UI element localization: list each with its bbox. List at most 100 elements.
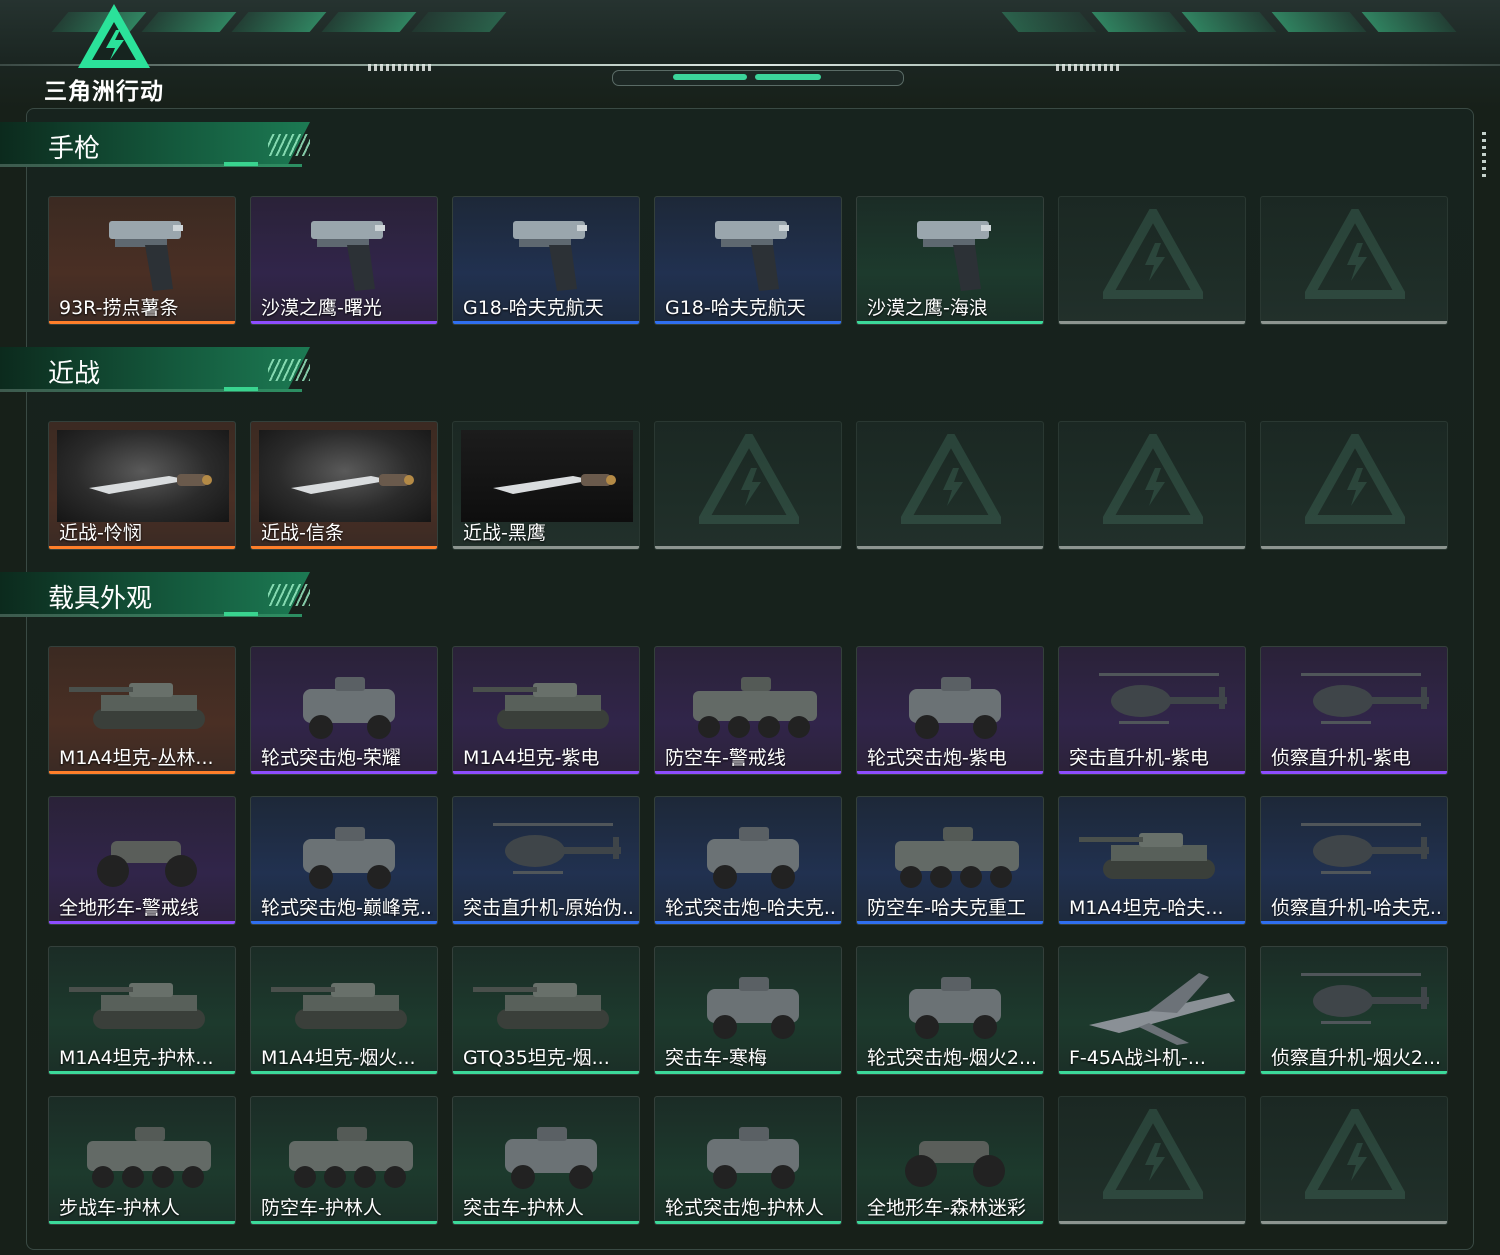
- item-card[interactable]: 突击车-护林人: [452, 1096, 640, 1225]
- knife-icon: [493, 474, 616, 494]
- knife-icon: [89, 474, 212, 494]
- item-card[interactable]: 近战-怜悯: [48, 421, 236, 550]
- rarity-bar: [49, 771, 235, 774]
- item-card[interactable]: M1A4坦克-紫电: [452, 646, 640, 775]
- item-card[interactable]: 全地形车-警戒线: [48, 796, 236, 925]
- item-card[interactable]: G18-哈夫克航天: [654, 196, 842, 325]
- rarity-bar: [857, 1071, 1043, 1074]
- armored-car-icon: [909, 977, 1001, 1039]
- section-title: 近战: [48, 359, 101, 389]
- item-card[interactable]: 沙漠之鹰-曙光: [250, 196, 438, 325]
- item-card[interactable]: 沙漠之鹰-海浪: [856, 196, 1044, 325]
- rarity-bar: [1059, 771, 1245, 774]
- rarity-bar: [1059, 546, 1245, 549]
- helicopter-icon: [1099, 673, 1227, 724]
- item-card[interactable]: M1A4坦克-护林...: [48, 946, 236, 1075]
- rarity-bar: [1261, 771, 1447, 774]
- apc-icon: [289, 1127, 413, 1188]
- game-logo: 三角洲行动: [44, 2, 184, 105]
- empty-slot: [1260, 196, 1448, 325]
- rarity-bar: [453, 546, 639, 549]
- item-card[interactable]: 侦察直升机-哈夫克...: [1260, 796, 1448, 925]
- item-card[interactable]: 近战-黑鹰: [452, 421, 640, 550]
- tank-icon: [69, 983, 205, 1029]
- item-card[interactable]: 轮式突击炮-紫电: [856, 646, 1044, 775]
- item-label: 轮式突击炮-紫电: [867, 747, 1007, 769]
- item-card[interactable]: G18-哈夫克航天: [452, 196, 640, 325]
- item-label: 轮式突击炮-荣耀: [261, 747, 401, 769]
- item-card[interactable]: 93R-捞点薯条: [48, 196, 236, 325]
- scrollbar[interactable]: [1482, 132, 1486, 180]
- item-card[interactable]: F-45A战斗机-...: [1058, 946, 1246, 1075]
- knife-icon: [291, 474, 414, 494]
- item-label: 沙漠之鹰-曙光: [261, 297, 382, 319]
- helicopter-icon: [1301, 673, 1429, 724]
- item-card[interactable]: 突击车-寒梅: [654, 946, 842, 1075]
- item-card[interactable]: GTQ35坦克-烟...: [452, 946, 640, 1075]
- rarity-bar: [453, 1221, 639, 1224]
- item-card[interactable]: 轮式突击炮-烟火2...: [856, 946, 1044, 1075]
- armored-car-icon: [707, 977, 799, 1039]
- item-card[interactable]: 防空车-哈夫克重工: [856, 796, 1044, 925]
- item-card[interactable]: M1A4坦克-烟火...: [250, 946, 438, 1075]
- item-label: 防空车-护林人: [261, 1197, 382, 1219]
- item-label: 轮式突击炮-护林人: [665, 1197, 824, 1219]
- item-label: 侦察直升机-烟火2...: [1271, 1047, 1442, 1069]
- rarity-bar: [857, 1221, 1043, 1224]
- tank-icon: [473, 683, 609, 729]
- banner-stripe: [1271, 12, 1367, 32]
- rarity-bar: [1059, 1221, 1245, 1224]
- item-card[interactable]: 侦察直升机-烟火2...: [1260, 946, 1448, 1075]
- item-card[interactable]: 轮式突击炮-荣耀: [250, 646, 438, 775]
- empty-slot-icon: [699, 434, 799, 524]
- item-label: M1A4坦克-烟火...: [261, 1047, 416, 1069]
- empty-slot: [1260, 1096, 1448, 1225]
- item-card[interactable]: 轮式突击炮-巅峰竞...: [250, 796, 438, 925]
- rarity-bar: [655, 771, 841, 774]
- item-label: 突击直升机-紫电: [1069, 747, 1209, 769]
- rarity-bar: [1261, 1071, 1447, 1074]
- item-card[interactable]: 轮式突击炮-护林人: [654, 1096, 842, 1225]
- item-label: 沙漠之鹰-海浪: [867, 297, 988, 319]
- item-card[interactable]: 防空车-护林人: [250, 1096, 438, 1225]
- item-label: 侦察直升机-哈夫克...: [1271, 897, 1443, 919]
- item-label: M1A4坦克-护林...: [59, 1047, 214, 1069]
- empty-slot: [1058, 1096, 1246, 1225]
- rarity-bar: [251, 321, 437, 324]
- banner-stripe: [1001, 12, 1097, 32]
- rarity-bar: [655, 546, 841, 549]
- rarity-bar: [857, 321, 1043, 324]
- item-card[interactable]: 防空车-警戒线: [654, 646, 842, 775]
- rarity-bar: [1261, 546, 1447, 549]
- top-banner: 三角洲行动: [0, 0, 1500, 108]
- pistol-icon: [109, 221, 183, 291]
- item-label: 轮式突击炮-烟火2...: [867, 1047, 1038, 1069]
- rarity-bar: [1059, 1071, 1245, 1074]
- empty-slot-icon: [1103, 209, 1203, 299]
- armored-car-icon: [707, 827, 799, 889]
- logo-text: 三角洲行动: [44, 79, 164, 105]
- item-card[interactable]: M1A4坦克-哈夫...: [1058, 796, 1246, 925]
- rarity-bar: [251, 921, 437, 924]
- rarity-bar: [251, 1071, 437, 1074]
- rarity-bar: [1261, 1221, 1447, 1224]
- rarity-bar: [655, 1071, 841, 1074]
- helicopter-icon: [493, 823, 621, 874]
- item-label: 近战-信条: [261, 522, 344, 544]
- rarity-bar: [49, 546, 235, 549]
- item-card[interactable]: 近战-信条: [250, 421, 438, 550]
- item-card[interactable]: 轮式突击炮-哈夫克...: [654, 796, 842, 925]
- rarity-bar: [251, 546, 437, 549]
- item-card[interactable]: 突击直升机-紫电: [1058, 646, 1246, 775]
- item-card[interactable]: 侦察直升机-紫电: [1260, 646, 1448, 775]
- item-label: 轮式突击炮-巅峰竞...: [261, 897, 433, 919]
- item-label: 防空车-警戒线: [665, 747, 786, 769]
- rarity-bar: [1261, 321, 1447, 324]
- item-card[interactable]: 全地形车-森林迷彩: [856, 1096, 1044, 1225]
- empty-slot: [654, 421, 842, 550]
- tank-icon: [271, 983, 407, 1029]
- item-card[interactable]: 突击直升机-原始伪...: [452, 796, 640, 925]
- item-card[interactable]: M1A4坦克-丛林...: [48, 646, 236, 775]
- item-card[interactable]: 步战车-护林人: [48, 1096, 236, 1225]
- section-title: 载具外观: [48, 584, 153, 614]
